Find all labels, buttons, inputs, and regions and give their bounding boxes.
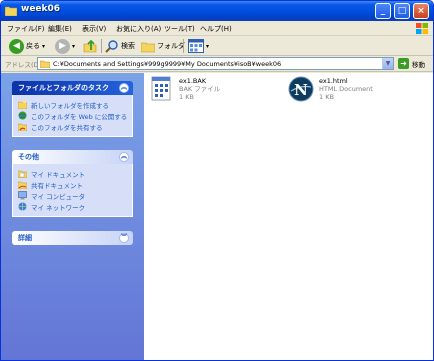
file-type: BAK ファイル: [179, 85, 221, 93]
file-item[interactable]: N ex1.html HTML Document 1 KB: [288, 76, 373, 102]
windows-logo-icon: [416, 23, 428, 34]
my-computer-icon: [18, 191, 27, 200]
address-bar: アドレス(D) C:¥Documents and Settings¥999g99…: [1, 56, 433, 72]
menu-bar: ファイル(F) 編集(E) 表示(V) お気に入り(A) ツール(T) ヘルプ(…: [1, 21, 433, 36]
file-name: ex1.BAK: [179, 77, 207, 85]
go-button[interactable]: ➜ 移動: [398, 58, 425, 69]
panel-body: 新しいフォルダを作成する このフォルダを Web に公開する このフォルダを共有…: [12, 95, 133, 137]
place-label: 共有ドキュメント: [31, 181, 83, 190]
views-icon: [188, 39, 204, 53]
shared-documents-icon: [18, 181, 27, 189]
place-label: マイ コンピュータ: [31, 192, 86, 201]
folder-icon: [40, 60, 50, 68]
forward-dropdown-icon[interactable]: ▾: [72, 43, 75, 50]
go-label: 移動: [412, 60, 425, 69]
explorer-window: week06 _ □ × ファイル(F) 編集(E) 表示(V) お気に入り(A…: [0, 0, 434, 361]
address-dropdown-icon[interactable]: ▼: [382, 58, 393, 69]
place-label: マイ ネットワーク: [31, 203, 86, 212]
go-arrow-icon: ➜: [398, 58, 409, 69]
toolbar-separator: [183, 39, 184, 53]
task-label: このフォルダを共有する: [31, 123, 103, 132]
back-arrow-icon: ◀: [9, 38, 24, 54]
toolbar-separator: [101, 39, 102, 53]
task-share-folder[interactable]: このフォルダを共有する: [18, 121, 132, 132]
file-name: ex1.html: [319, 77, 348, 85]
menu-edit[interactable]: 編集(E): [48, 24, 72, 34]
address-input[interactable]: C:¥Documents and Settings¥999g9999¥My Do…: [37, 57, 394, 70]
place-shared-documents[interactable]: 共有ドキュメント: [18, 179, 132, 190]
task-web-publish[interactable]: このフォルダを Web に公開する: [18, 110, 132, 121]
close-button[interactable]: ×: [413, 3, 429, 19]
panel-body: マイ ドキュメント 共有ドキュメント マイ コンピュータ マイ ネットワーク: [12, 164, 133, 217]
web-publish-icon: [18, 111, 27, 120]
panel-title: その他: [18, 153, 39, 161]
menu-file[interactable]: ファイル(F): [7, 24, 45, 34]
toolbar: ◀ 戻る ▾ ▶ ▾ 検索 フォルダ ▾: [1, 36, 433, 56]
task-label: このフォルダを Web に公開する: [31, 112, 128, 121]
collapse-chevron-icon[interactable]: ︽: [119, 152, 129, 162]
other-places-panel: その他 ︽ マイ ドキュメント 共有ドキュメント マイ コンピュータ マイ ネッ…: [12, 150, 133, 217]
task-pane: ファイルとフォルダのタスク ︽ 新しいフォルダを作成する このフォルダを Web…: [1, 73, 144, 360]
title-bar[interactable]: week06 _ □ ×: [1, 1, 433, 21]
search-label: 検索: [121, 42, 135, 50]
netscape-html-icon: N: [288, 76, 314, 102]
place-my-network[interactable]: マイ ネットワーク: [18, 201, 132, 212]
folders-icon: [141, 42, 155, 52]
new-folder-icon: [18, 100, 27, 109]
maximize-button[interactable]: □: [394, 3, 410, 19]
file-type: HTML Document: [319, 85, 373, 93]
folders-label: フォルダ: [157, 42, 185, 50]
menu-tools[interactable]: ツール(T): [164, 24, 195, 34]
menu-favorites[interactable]: お気に入り(A): [116, 24, 161, 34]
expand-chevron-icon[interactable]: ︾: [119, 233, 129, 243]
share-folder-icon: [18, 123, 27, 131]
place-label: マイ ドキュメント: [31, 170, 86, 179]
bak-file-icon: [151, 76, 171, 101]
address-value: C:¥Documents and Settings¥999g9999¥My Do…: [53, 60, 282, 68]
up-folder-button[interactable]: [83, 38, 98, 54]
panel-title: 詳細: [18, 234, 32, 242]
place-my-documents[interactable]: マイ ドキュメント: [18, 168, 132, 179]
my-documents-icon: [18, 170, 27, 178]
panel-title: ファイルとフォルダのタスク: [18, 84, 109, 92]
panel-header[interactable]: 詳細 ︾: [12, 231, 133, 245]
details-panel: 詳細 ︾: [12, 231, 133, 245]
panel-header[interactable]: その他 ︽: [12, 150, 133, 164]
forward-button[interactable]: ▶ ▾: [55, 38, 75, 54]
svg-text:N: N: [294, 81, 308, 99]
collapse-chevron-icon[interactable]: ︽: [119, 83, 129, 93]
my-network-icon: [18, 202, 27, 211]
file-list-view: ex1.BAK BAK ファイル 1 KB N ex1.html HTML Do…: [144, 73, 433, 360]
task-label: 新しいフォルダを作成する: [31, 101, 109, 110]
address-label: アドレス(D): [5, 61, 42, 69]
search-button[interactable]: 検索: [105, 38, 135, 54]
file-size: 1 KB: [179, 93, 194, 101]
menu-help[interactable]: ヘルプ(H): [200, 24, 232, 34]
file-size: 1 KB: [319, 93, 334, 101]
minimize-button[interactable]: _: [375, 3, 391, 19]
up-folder-icon: [83, 39, 97, 52]
back-button[interactable]: ◀ 戻る ▾: [9, 38, 45, 54]
views-dropdown-icon[interactable]: ▾: [206, 43, 209, 50]
task-new-folder[interactable]: 新しいフォルダを作成する: [18, 99, 132, 110]
file-folder-tasks-panel: ファイルとフォルダのタスク ︽ 新しいフォルダを作成する このフォルダを Web…: [12, 81, 133, 137]
views-button[interactable]: ▾: [188, 38, 209, 54]
panel-header[interactable]: ファイルとフォルダのタスク ︽: [12, 81, 133, 95]
folder-icon: [5, 6, 17, 16]
back-label: 戻る: [26, 42, 40, 50]
search-icon: [105, 40, 118, 53]
forward-arrow-icon: ▶: [55, 38, 70, 54]
file-item[interactable]: ex1.BAK BAK ファイル 1 KB: [150, 76, 220, 102]
place-my-computer[interactable]: マイ コンピュータ: [18, 190, 132, 201]
back-dropdown-icon[interactable]: ▾: [42, 43, 45, 50]
menu-view[interactable]: 表示(V): [82, 24, 106, 34]
window-title: week06: [21, 4, 61, 14]
folders-button[interactable]: フォルダ: [141, 38, 185, 54]
